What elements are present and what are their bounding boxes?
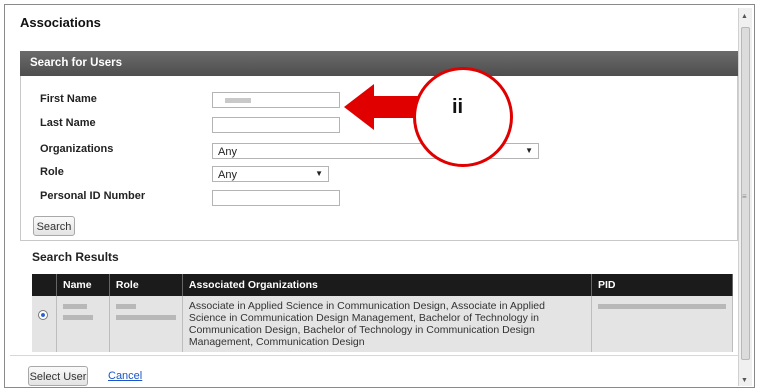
last-name-label: Last Name	[40, 117, 96, 129]
organizations-column-header: Associated Organizations	[182, 274, 593, 296]
first-name-field[interactable]	[212, 92, 340, 108]
select-column-header	[32, 274, 57, 296]
last-name-field[interactable]	[212, 117, 340, 133]
organizations-value: Any	[218, 146, 237, 158]
scroll-grip-icon: ≡	[742, 192, 747, 201]
annotation-label: ii	[452, 96, 464, 118]
scroll-down-icon[interactable]: ▼	[741, 377, 748, 384]
organizations-cell: Associate in Applied Science in Communic…	[182, 296, 593, 352]
footer-divider	[10, 355, 745, 356]
row-select-cell[interactable]	[32, 296, 57, 352]
role-label: Role	[40, 166, 64, 178]
first-name-label: First Name	[40, 93, 97, 105]
role-cell	[109, 296, 183, 352]
chevron-down-icon: ▼	[315, 169, 323, 178]
results-table: Name Role Associated Organizations PID A…	[32, 274, 733, 352]
search-panel-header: Search for Users	[20, 51, 738, 76]
dialog-title: Associations	[20, 15, 101, 30]
cancel-link[interactable]: Cancel	[108, 370, 142, 382]
organizations-label: Organizations	[40, 143, 114, 155]
chevron-down-icon: ▼	[525, 146, 533, 155]
name-column-header: Name	[56, 274, 110, 296]
search-results-title: Search Results	[32, 250, 119, 264]
redacted-role	[115, 304, 136, 309]
scroll-up-icon[interactable]: ▲	[741, 13, 748, 20]
select-user-button[interactable]: Select User	[28, 366, 88, 386]
redacted-first-name	[225, 98, 251, 103]
personal-id-field[interactable]	[212, 190, 340, 206]
role-select[interactable]: Any ▼	[212, 166, 329, 182]
pid-cell	[591, 296, 733, 352]
redacted-name	[62, 304, 87, 309]
annotation-arrow-icon	[344, 84, 422, 130]
search-button[interactable]: Search	[33, 216, 75, 236]
pid-column-header: PID	[591, 274, 733, 296]
personal-id-label: Personal ID Number	[40, 190, 146, 202]
results-header-row: Name Role Associated Organizations PID	[32, 274, 733, 296]
table-row[interactable]: Associate in Applied Science in Communic…	[32, 296, 733, 352]
name-cell	[56, 296, 110, 352]
row-radio[interactable]	[38, 310, 48, 320]
redacted-pid	[598, 304, 726, 309]
redacted-name	[62, 315, 93, 320]
redacted-role	[115, 315, 176, 320]
role-column-header: Role	[109, 274, 183, 296]
role-value: Any	[218, 169, 237, 181]
